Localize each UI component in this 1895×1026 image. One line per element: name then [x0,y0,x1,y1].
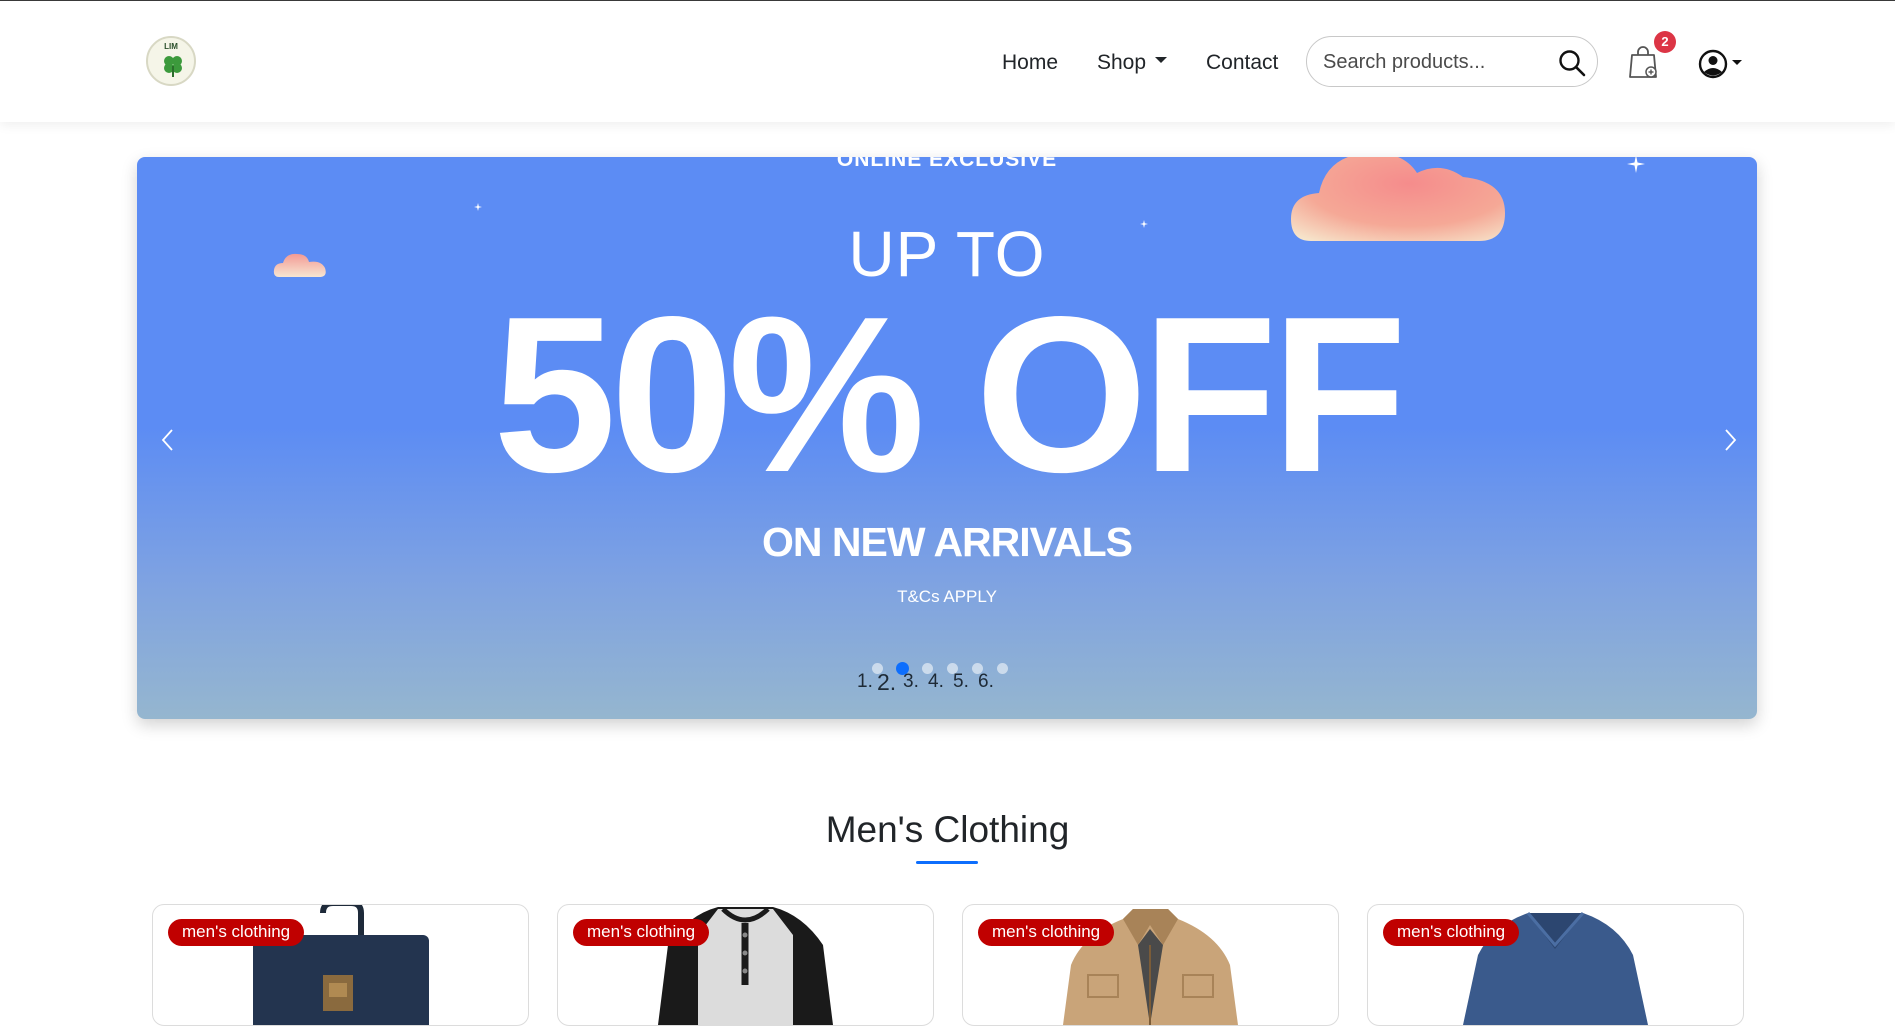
indicator-label: 5. [953,671,969,692]
nav-home-link[interactable]: Home [1002,51,1058,75]
indicator-label: 3. [903,671,919,692]
star-icon [474,203,482,211]
caret-down-icon [1732,60,1742,65]
product-card[interactable]: men's clothing [962,904,1339,1026]
promo-headline-big: 50% OFF [493,271,1407,519]
product-card[interactable]: men's clothing [1367,904,1744,1026]
carousel-indicator-6[interactable] [997,663,1008,674]
user-circle-icon [1698,49,1728,79]
category-tag: men's clothing [978,919,1115,946]
category-tag: men's clothing [573,919,710,946]
nav-shop-dropdown[interactable]: Shop [1097,51,1168,75]
promo-terms: T&Cs APPLY [897,587,997,606]
section-title: Men's Clothing [825,809,1070,850]
logo-text: LIM [164,42,178,51]
clover-icon [164,56,182,77]
indicator-label: 6. [978,671,994,692]
category-tag: men's clothing [1383,919,1520,946]
nav-contact-link[interactable]: Contact [1206,51,1278,75]
indicator-label: 4. [928,671,944,692]
top-navbar: LIM Home Shop Contact 2 [0,1,1895,122]
search-icon[interactable] [1557,48,1587,78]
section-title-underline [916,861,978,864]
carousel-prev-chevron-icon[interactable] [155,425,181,455]
caret-down-icon [1155,57,1168,64]
product-card[interactable]: men's clothing [152,904,529,1026]
promo-subheadline: ON NEW ARRIVALS [762,519,1133,565]
indicator-label: 1. [857,671,873,692]
shopping-bag-icon[interactable] [1628,44,1658,80]
product-card[interactable]: men's clothing [557,904,934,1026]
category-tag: men's clothing [168,919,305,946]
carousel-next-chevron-icon[interactable] [1717,425,1743,455]
nav-shop-label: Shop [1097,51,1147,74]
hero-carousel: ONLINE EXCLUSIVE UP TO 50% OFF ON NEW AR… [137,157,1757,719]
indicator-label: 2. [877,669,897,695]
search-input[interactable] [1321,46,1555,79]
search-box [1306,36,1598,87]
user-account-menu[interactable] [1698,49,1746,79]
promo-kicker: ONLINE EXCLUSIVE [836,157,1058,171]
cart-count-badge: 2 [1654,31,1676,53]
brand-logo[interactable]: LIM [146,36,196,86]
